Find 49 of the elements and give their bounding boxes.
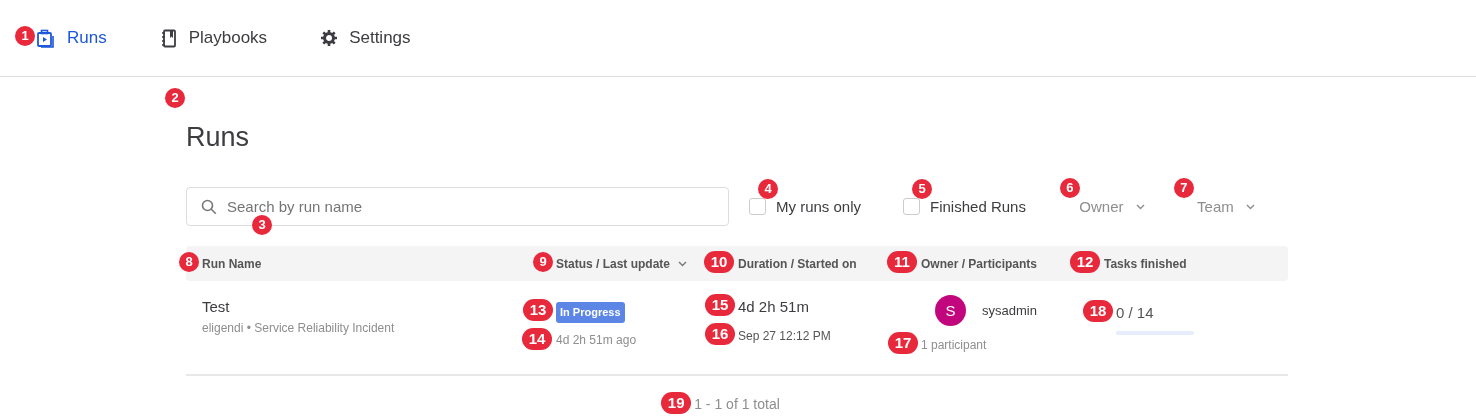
column-header: Duration / Started on (738, 255, 857, 273)
avatar: S (935, 295, 966, 327)
checkbox[interactable] (749, 198, 766, 216)
start-time: Sep 27 12:12 PM (738, 328, 831, 346)
annotation-marker: 14 (522, 328, 552, 351)
annotation-marker: 12 (1070, 250, 1100, 273)
participant-count: 1 participant (921, 337, 987, 355)
annotation-marker: 10 (704, 250, 734, 273)
column-header: Status / Last update (556, 255, 671, 273)
nav-tab[interactable]: Playbooks (160, 25, 268, 51)
page-title: Runs (186, 121, 250, 154)
column-header: Run Name (202, 255, 262, 273)
annotation-marker: 5 (912, 178, 933, 199)
annotation-marker: 13 (523, 299, 553, 322)
annotation-marker: 1 (15, 26, 35, 47)
annotation-marker: 17 (888, 332, 918, 355)
checkbox-label: My runs only (776, 196, 862, 217)
clipboard-play-icon (36, 28, 55, 48)
annotation-marker: 9 (533, 251, 553, 272)
settings-icon (321, 30, 338, 46)
run-duration: 4d 2h 51m (738, 297, 809, 318)
run-subtitle: eligendi • Service Reliability Incident (202, 320, 396, 338)
nav-tab[interactable]: Runs (36, 25, 107, 51)
annotation-marker: 15 (705, 294, 735, 317)
annotation-marker: 18 (1083, 300, 1113, 323)
last-update: 4d 2h 51m ago (556, 332, 637, 350)
annotation-marker: 4 (758, 178, 778, 199)
annotation-marker: 8 (179, 251, 199, 272)
column-header: Tasks finished (1104, 255, 1187, 273)
checkbox-label: Finished Runs (930, 196, 1026, 217)
chevron-down-icon (1135, 203, 1145, 210)
annotation-marker: 3 (252, 215, 272, 236)
annotation-marker: 16 (705, 323, 735, 346)
owner-name: sysadmin (982, 302, 1037, 321)
annotation-marker: 7 (1173, 177, 1194, 198)
notebook-icon (160, 28, 177, 48)
annotation-marker: 19 (661, 392, 692, 415)
nav-tab[interactable]: Settings (321, 25, 411, 51)
pagination-summary: 1 - 1 of 1 total (694, 395, 780, 415)
search-icon (201, 199, 217, 216)
tasks-count: 0 / 14 (1116, 303, 1154, 324)
annotation-marker: 2 (165, 88, 185, 108)
status-badge: In Progress (556, 302, 625, 323)
run-name: Test (202, 297, 230, 318)
checkbox[interactable] (903, 198, 921, 216)
annotation-marker: 11 (887, 250, 917, 273)
chevron-down-icon (1245, 203, 1255, 210)
annotation-marker: 6 (1059, 177, 1080, 198)
column-header: Owner / Participants (921, 255, 1038, 273)
